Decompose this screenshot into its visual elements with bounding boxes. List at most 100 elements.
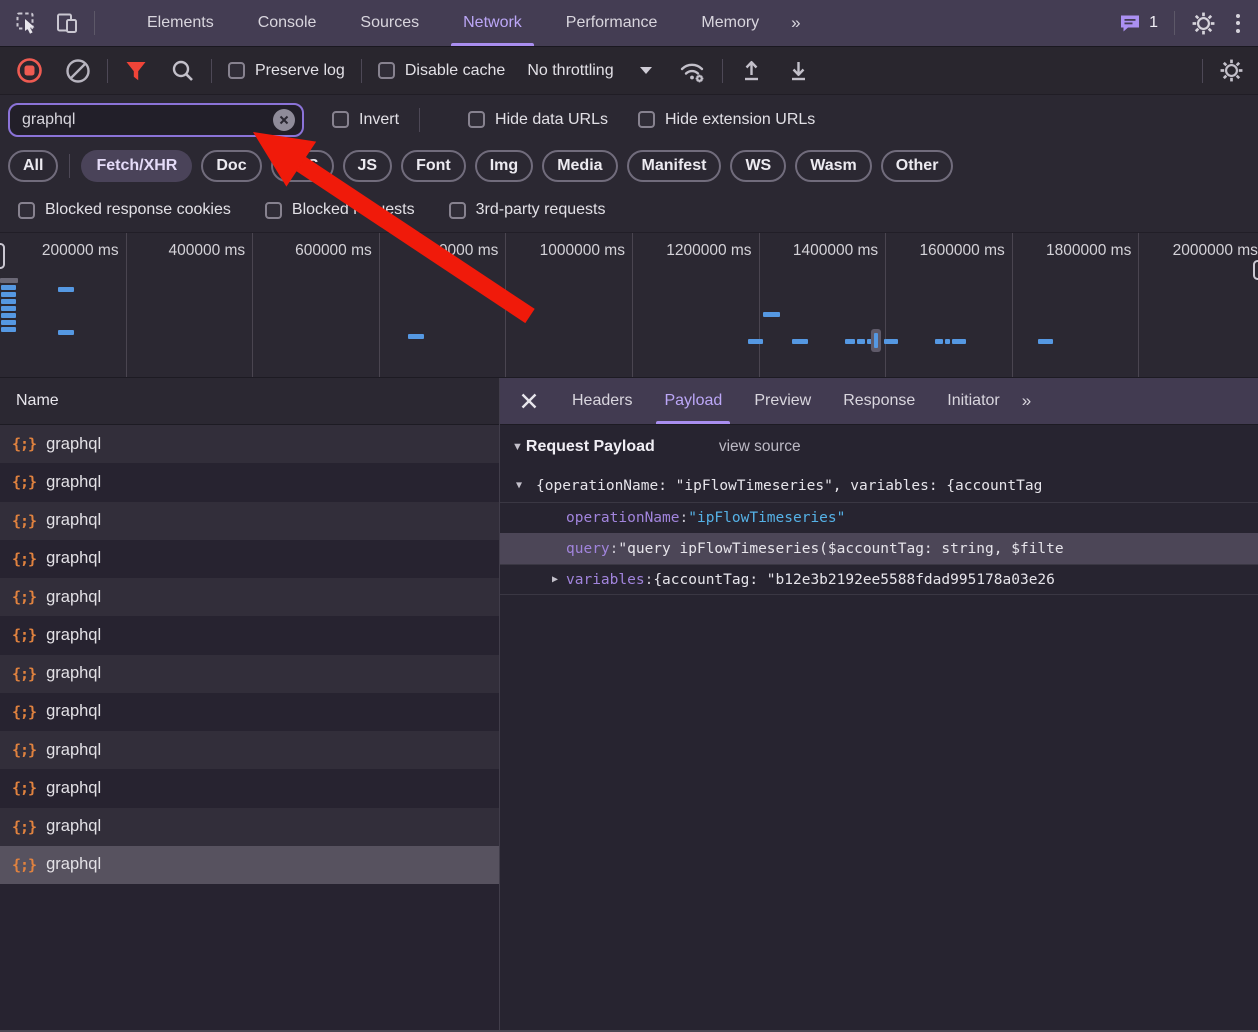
tab-network[interactable]: Network [441, 0, 544, 46]
detail-tab-headers[interactable]: Headers [556, 378, 648, 424]
preserve-log-checkbox[interactable]: Preserve log [228, 62, 345, 80]
network-conditions-button[interactable] [678, 58, 706, 84]
blocked-requests-checkbox[interactable]: Blocked requests [265, 201, 415, 219]
timeline-tick-label: 800000 ms [380, 242, 506, 260]
checkbox-label: Blocked response cookies [45, 201, 231, 219]
request-row[interactable]: {;}graphql [0, 731, 499, 769]
filter-chip-img[interactable]: Img [475, 150, 533, 182]
clear-filter-icon[interactable] [273, 109, 295, 131]
waterfall-bar [1, 313, 16, 318]
invert-label: Invert [359, 111, 399, 129]
json-braces-icon: {;} [12, 703, 36, 721]
device-toolbar-icon[interactable] [54, 10, 80, 36]
request-row[interactable]: {;}graphql [0, 463, 499, 501]
request-row[interactable]: {;}graphql [0, 502, 499, 540]
filter-chip-other[interactable]: Other [881, 150, 954, 182]
detail-tab-payload[interactable]: Payload [648, 378, 738, 424]
clear-network-log-button[interactable] [65, 58, 91, 84]
request-row[interactable]: {;}graphql [0, 425, 499, 463]
inspect-element-icon[interactable] [14, 10, 40, 36]
disable-cache-checkbox[interactable]: Disable cache [378, 62, 506, 80]
network-settings-gear-icon[interactable] [1219, 58, 1244, 83]
waterfall-bar [0, 278, 18, 283]
search-icon[interactable] [170, 58, 195, 83]
request-row[interactable]: {;}graphql [0, 846, 499, 884]
network-overview-timeline[interactable]: 200000 ms400000 ms600000 ms800000 ms1000… [0, 232, 1258, 378]
waterfall-bar [845, 339, 855, 344]
blocked-filters-row: Blocked response cookies Blocked requests… [0, 188, 1258, 232]
detail-tab-initiator[interactable]: Initiator [931, 378, 1015, 424]
invert-checkbox[interactable]: Invert [332, 111, 399, 129]
timeline-segment: 1600000 ms [886, 233, 1013, 377]
payload-row-variables[interactable]: ▶variables: {accountTag: "b12e3b2192ee55… [500, 564, 1258, 595]
filter-chip-fetch-xhr[interactable]: Fetch/XHR [81, 150, 192, 182]
filter-chip-css[interactable]: CSS [271, 150, 334, 182]
filter-chip-wasm[interactable]: Wasm [795, 150, 872, 182]
filter-chip-font[interactable]: Font [401, 150, 466, 182]
devtools-menu-icon[interactable] [1232, 10, 1244, 37]
more-tabs-icon[interactable]: » [781, 13, 808, 33]
blocked-response-cookies-checkbox[interactable]: Blocked response cookies [18, 201, 231, 219]
request-row[interactable]: {;}graphql [0, 578, 499, 616]
filter-chip-js[interactable]: JS [343, 150, 393, 182]
payload-row-operationName[interactable]: operationName: "ipFlowTimeseries" [500, 502, 1258, 533]
record-network-log-button[interactable] [16, 57, 43, 84]
tab-sources[interactable]: Sources [338, 0, 441, 46]
filter-chip-all[interactable]: All [8, 150, 58, 182]
request-name: graphql [46, 511, 101, 530]
timeline-segment: 1400000 ms [760, 233, 887, 377]
payload-root-row[interactable]: ▼ {operationName: "ipFlowTimeseries", va… [500, 469, 1258, 502]
expand-triangle-icon[interactable]: ▼ [516, 480, 522, 491]
hide-extension-urls-checkbox[interactable]: Hide extension URLs [638, 111, 815, 129]
request-name: graphql [46, 817, 101, 836]
request-row[interactable]: {;}graphql [0, 616, 499, 654]
checkbox[interactable] [228, 62, 245, 79]
request-row[interactable]: {;}graphql [0, 540, 499, 578]
request-row[interactable]: {;}graphql [0, 693, 499, 731]
filter-chip-doc[interactable]: Doc [201, 150, 261, 182]
more-detail-tabs-icon[interactable]: » [1016, 391, 1035, 411]
expand-triangle-icon[interactable]: ▶ [552, 574, 558, 585]
checkbox[interactable] [265, 202, 282, 219]
request-row[interactable]: {;}graphql [0, 808, 499, 846]
checkbox[interactable] [378, 62, 395, 79]
payload-row-query[interactable]: query: "query ipFlowTimeseries($accountT… [500, 533, 1258, 564]
detail-tab-response[interactable]: Response [827, 378, 931, 424]
overview-left-handle[interactable] [0, 243, 5, 269]
filter-input[interactable] [8, 103, 304, 137]
detail-tabs: HeadersPayloadPreviewResponseInitiator » [500, 378, 1258, 425]
tab-memory[interactable]: Memory [679, 0, 781, 46]
filter-text-input[interactable] [10, 111, 302, 129]
detail-tab-preview[interactable]: Preview [738, 378, 827, 424]
disable-cache-label: Disable cache [405, 62, 506, 80]
request-row[interactable]: {;}graphql [0, 769, 499, 807]
hide-data-urls-checkbox[interactable]: Hide data URLs [468, 111, 608, 129]
payload-value: "ipFlowTimeseries" [688, 510, 845, 526]
close-details-icon[interactable] [500, 392, 556, 410]
message-count: 1 [1149, 14, 1158, 32]
collapse-triangle-icon[interactable]: ▼ [512, 441, 523, 453]
overview-right-handle[interactable] [1253, 260, 1258, 280]
filter-chip-manifest[interactable]: Manifest [627, 150, 722, 182]
request-row[interactable]: {;}graphql [0, 655, 499, 693]
payload-colon: : [610, 541, 619, 557]
tab-console[interactable]: Console [236, 0, 339, 46]
console-messages-button[interactable]: 1 [1118, 11, 1158, 35]
throttling-dropdown[interactable]: No throttling [527, 62, 651, 80]
tab-performance[interactable]: Performance [544, 0, 680, 46]
request-name: graphql [46, 626, 101, 645]
import-har-icon[interactable] [739, 58, 764, 83]
checkbox[interactable] [18, 202, 35, 219]
checkbox[interactable] [449, 202, 466, 219]
export-har-icon[interactable] [786, 58, 811, 83]
view-source-link[interactable]: view source [719, 438, 801, 456]
tab-elements[interactable]: Elements [125, 0, 236, 46]
name-column-header[interactable]: Name [0, 378, 499, 425]
settings-gear-icon[interactable] [1191, 11, 1216, 36]
3rd-party-requests-checkbox[interactable]: 3rd-party requests [449, 201, 606, 219]
chip-separator [69, 154, 70, 178]
filter-chip-media[interactable]: Media [542, 150, 617, 182]
filter-chip-ws[interactable]: WS [730, 150, 786, 182]
filter-icon[interactable] [124, 59, 148, 83]
hide-data-urls-label: Hide data URLs [495, 111, 608, 129]
